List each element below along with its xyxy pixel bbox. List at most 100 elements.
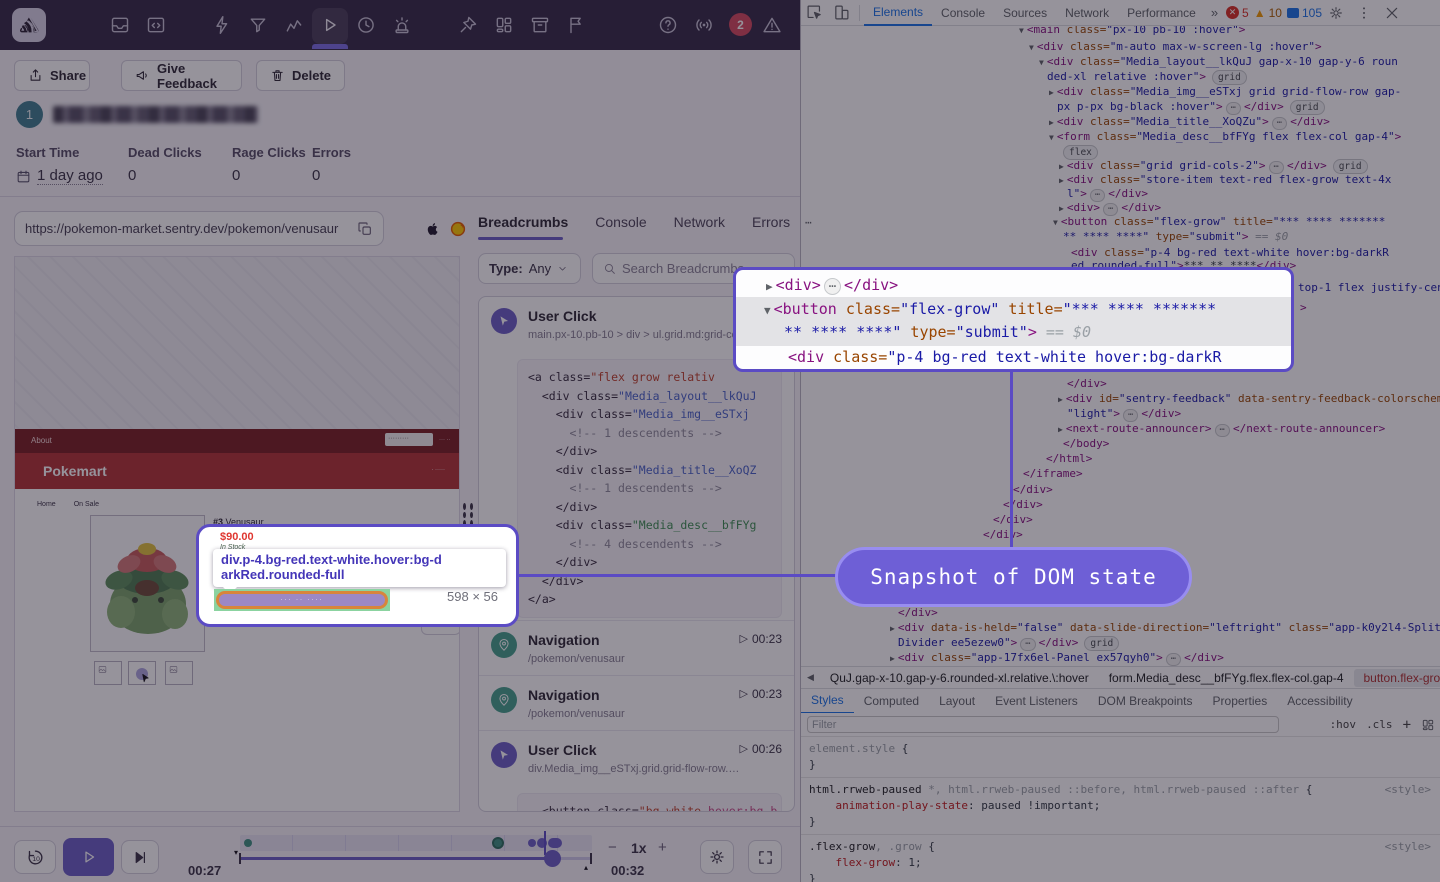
devtools-settings-icon[interactable] (1328, 5, 1344, 21)
breadcrumb-timestamp[interactable]: ▷00:23 (740, 632, 783, 646)
tree-node-line[interactable]: Divider ee5ezew0">⋯</div>grid (898, 636, 1119, 651)
tree-node-line[interactable]: ▶<div>⋯</div> (1059, 201, 1161, 216)
help-icon[interactable] (658, 15, 678, 35)
tab-errors[interactable]: Errors (752, 214, 790, 230)
tree-node-line[interactable]: </div> (1003, 498, 1043, 511)
nav-funnel-icon[interactable] (248, 15, 268, 35)
breadcrumb-search-input[interactable]: Search Breadcrumbs (592, 253, 795, 284)
styles-tab-accessibility[interactable]: Accessibility (1277, 689, 1362, 714)
panel-drag-handle[interactable] (463, 503, 473, 527)
copy-icon[interactable] (357, 221, 373, 237)
tab-network[interactable]: Network (674, 214, 725, 230)
tree-node-line[interactable]: ▼<button class="flex-grow" title="*** **… (1053, 215, 1385, 228)
tree-node-line[interactable]: </iframe> (1023, 467, 1083, 480)
sentry-logo[interactable] (12, 8, 46, 42)
tree-node-line[interactable]: px p-px bg-black :hover">⋯</div>grid (1057, 100, 1325, 115)
tree-node-line[interactable]: > (1300, 301, 1307, 314)
styles-tab-computed[interactable]: Computed (854, 689, 929, 714)
nav-dashboard-icon[interactable] (494, 15, 514, 35)
breadcrumb-timestamp[interactable]: ▷00:26 (740, 742, 783, 756)
nav-clock-icon[interactable] (356, 15, 376, 35)
thumbnail-3[interactable] (165, 661, 193, 685)
tree-node-line[interactable]: </div> (898, 606, 938, 619)
messages-badge[interactable]: 105 (1287, 6, 1322, 20)
css-rule[interactable]: html.rrweb-paused *, html.rrweb-paused :… (801, 778, 1440, 835)
tree-node-line[interactable]: </div> (993, 513, 1033, 526)
dom-breadcrumb[interactable]: button.flex-grow (1354, 669, 1440, 687)
tab-console[interactable]: Console (595, 214, 646, 230)
delete-button[interactable]: Delete (256, 60, 345, 91)
warning-badge[interactable]: ▲10 (1254, 6, 1282, 20)
thumbnail-1[interactable] (94, 661, 122, 685)
dom-breadcrumb[interactable]: QuJ.gap-x-10.gap-y-6.rounded-xl.relative… (820, 669, 1099, 687)
tree-node-line[interactable]: ed rounded-full">*** ** ****</div> (1071, 259, 1296, 272)
speed-increase-button[interactable]: + (658, 839, 667, 856)
breadcrumb-item[interactable]: Navigation/pokemon/venusaur▷00:23 (479, 621, 794, 675)
styles-tab-dom-breakpoints[interactable]: DOM Breakpoints (1088, 689, 1203, 714)
more-tabs-icon[interactable]: » (1205, 5, 1224, 20)
tree-node-line[interactable]: </div> (1067, 377, 1107, 390)
styles-toolbar-new-rule[interactable]: + (1403, 717, 1411, 733)
tree-node-line[interactable]: l">⋯</div> (1067, 187, 1148, 202)
nav-code-icon[interactable] (146, 15, 166, 35)
tree-node-line[interactable]: ▼<div class="Media_layout__lkQuJ gap-x-1… (1039, 55, 1398, 68)
type-filter-dropdown[interactable]: Type: Any (478, 253, 581, 284)
tree-node-line[interactable]: </div> (1013, 483, 1053, 496)
error-badge[interactable]: ✕5 (1226, 6, 1249, 20)
replay-player[interactable]: About ········· ··· ·· Pokemart · ····· … (14, 256, 460, 812)
tree-node-line[interactable]: </div> (983, 528, 1023, 541)
devtools-tab-sources[interactable]: Sources (994, 0, 1056, 26)
crumb-scroll-left-icon[interactable]: ◀ (801, 672, 820, 683)
rewind-10-button[interactable]: 10 (14, 840, 56, 874)
tree-node-line[interactable]: ▶<div id="sentry-feedback" data-sentry-f… (1058, 392, 1440, 405)
nav-flag-icon[interactable] (566, 15, 586, 35)
rule-origin[interactable]: <style> (1385, 782, 1431, 798)
devtools-tab-network[interactable]: Network (1056, 0, 1118, 26)
speed-decrease-button[interactable]: − (608, 839, 617, 856)
tree-node-line[interactable]: ▶<div class="store-item text-red flex-gr… (1059, 173, 1391, 186)
styles-toolbar-cls[interactable]: .cls (1366, 718, 1393, 731)
skip-to-end-button[interactable] (121, 840, 159, 874)
dom-breadcrumb[interactable]: form.Media_desc__bfFYg.flex.flex-col.gap… (1099, 669, 1354, 687)
give-feedback-button[interactable]: Give Feedback (121, 60, 242, 91)
event-timeline[interactable] (240, 835, 592, 851)
css-rule[interactable]: .flex-grow, .grow { flex-grow: 1;}<style… (801, 835, 1440, 882)
styles-tab-layout[interactable]: Layout (929, 689, 985, 714)
tree-node-line[interactable]: ** **** ****" type="submit"> == $0 (1063, 230, 1288, 243)
tree-node-line[interactable]: top-1 flex justify-cen (1298, 281, 1440, 294)
nav-play-icon[interactable] (320, 15, 340, 35)
devtools-tab-elements[interactable]: Elements (864, 0, 932, 26)
device-toolbar-icon[interactable] (833, 4, 850, 21)
breadcrumb-item[interactable]: User Clickdiv.Media_img__eSTxj.grid.grid… (479, 731, 794, 785)
nav-chart-icon[interactable] (284, 15, 304, 35)
play-button[interactable] (63, 838, 114, 876)
styles-filter-input[interactable]: Filter (807, 716, 1279, 733)
notifications-badge[interactable]: 2 (729, 13, 752, 36)
styles-toolbar-hov[interactable]: :hov (1330, 718, 1357, 731)
tree-node-line[interactable]: ▶<div class="Media_title__XoQZu">⋯</div> (1049, 115, 1330, 130)
scrubber-handle[interactable] (544, 850, 561, 867)
styles-tab-styles[interactable]: Styles (801, 689, 854, 714)
settings-button[interactable] (700, 840, 734, 874)
styles-tab-properties[interactable]: Properties (1203, 689, 1278, 714)
styles-tab-event-listeners[interactable]: Event Listeners (985, 689, 1088, 714)
nav-inbox-icon[interactable] (110, 15, 130, 35)
tree-node-line[interactable]: ▼<div class="m-auto max-w-screen-lg :hov… (1029, 40, 1322, 53)
rendering-icon[interactable] (1421, 718, 1435, 732)
tree-node-line[interactable]: ded-xl relative :hover">grid (1047, 70, 1247, 85)
tree-node-line[interactable]: ▼<form class="Media_desc__bfFYg flex fle… (1049, 130, 1401, 143)
nav-siren-icon[interactable] (392, 15, 412, 35)
breadcrumb-timestamp[interactable]: ▷00:23 (740, 687, 783, 701)
broadcast-icon[interactable] (694, 15, 714, 35)
warning-icon[interactable] (762, 15, 782, 35)
tree-node-line[interactable]: ▶<div class="grid grid-cols-2">⋯</div>gr… (1059, 159, 1368, 174)
rule-origin[interactable]: <style> (1385, 839, 1431, 855)
devtools-close-icon[interactable] (1384, 5, 1400, 21)
inspect-element-icon[interactable] (806, 4, 823, 21)
breadcrumb-item[interactable]: Navigation/pokemon/venusaur▷00:23 (479, 676, 794, 730)
tree-node-line[interactable]: <div class="p-4 bg-red text-white hover:… (1071, 246, 1389, 259)
tree-node-line[interactable]: "light">⋯</div> (1067, 407, 1181, 422)
devtools-menu-icon[interactable] (1356, 5, 1372, 21)
thumbnail-2[interactable] (128, 661, 156, 685)
devtools-tab-console[interactable]: Console (932, 0, 994, 26)
